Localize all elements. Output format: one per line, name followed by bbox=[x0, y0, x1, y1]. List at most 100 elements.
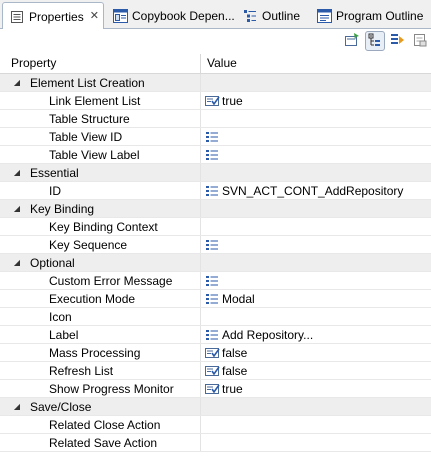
expand-arrow-icon[interactable]: ◢ bbox=[12, 402, 22, 411]
value-cell bbox=[201, 254, 431, 271]
tab-program-outline[interactable]: Program Outline bbox=[310, 2, 431, 29]
tab-properties[interactable]: Properties ✕ bbox=[2, 2, 104, 30]
expand-arrow-icon[interactable]: ◢ bbox=[12, 168, 22, 177]
tab-label: Copybook Depen... bbox=[132, 8, 234, 23]
property-cell: ID bbox=[0, 182, 201, 199]
pin-icon bbox=[344, 32, 360, 51]
value-cell[interactable]: Modal bbox=[201, 290, 431, 307]
property-cell: ◢ Optional bbox=[0, 254, 201, 271]
property-label: ID bbox=[49, 183, 61, 198]
boolean-icon bbox=[204, 363, 220, 379]
property-row[interactable]: Link Element List true bbox=[0, 92, 431, 110]
category-row[interactable]: ◢ Key Binding bbox=[0, 200, 431, 218]
show-categories-icon bbox=[368, 33, 382, 50]
column-header-value[interactable]: Value bbox=[201, 54, 237, 74]
property-row[interactable]: Mass Processing false bbox=[0, 344, 431, 362]
value-cell[interactable]: true bbox=[201, 92, 431, 109]
property-cell: ◢ Element List Creation bbox=[0, 74, 201, 91]
tab-copybook-dependencies[interactable]: Copybook Depen... bbox=[106, 2, 234, 29]
category-row[interactable]: ◢ Element List Creation bbox=[0, 74, 431, 92]
property-value: false bbox=[222, 345, 248, 360]
property-row[interactable]: Key Sequence bbox=[0, 236, 431, 254]
pin-button[interactable] bbox=[342, 31, 362, 51]
property-cell: Related Save Action bbox=[0, 434, 201, 451]
property-value: false bbox=[222, 363, 248, 378]
property-cell: Execution Mode bbox=[0, 290, 201, 307]
property-row[interactable]: Related Save Action bbox=[0, 434, 431, 452]
property-row[interactable]: Show Progress Monitor true bbox=[0, 380, 431, 398]
boolean-icon bbox=[204, 93, 220, 109]
property-value: true bbox=[222, 93, 243, 108]
property-cell: Key Binding Context bbox=[0, 218, 201, 235]
expand-arrow-icon[interactable]: ◢ bbox=[12, 258, 22, 267]
property-value: Add Repository... bbox=[222, 327, 314, 342]
value-cell[interactable] bbox=[201, 236, 431, 253]
property-row[interactable]: ID SVN_ACT_CONT_AddRepository bbox=[0, 182, 431, 200]
value-cell[interactable]: SVN_ACT_CONT_AddRepository bbox=[201, 182, 431, 199]
property-label: Table View ID bbox=[49, 129, 123, 144]
property-label: Related Save Action bbox=[49, 435, 158, 450]
property-cell: ◢ Save/Close bbox=[0, 398, 201, 415]
category-label: Optional bbox=[30, 255, 75, 270]
value-cell[interactable]: Add Repository... bbox=[201, 326, 431, 343]
show-advanced-button[interactable] bbox=[388, 31, 408, 51]
property-row[interactable]: Refresh List false bbox=[0, 362, 431, 380]
restore-default-button[interactable] bbox=[410, 31, 430, 51]
value-cell[interactable]: true bbox=[201, 380, 431, 397]
property-row[interactable]: Custom Error Message bbox=[0, 272, 431, 290]
category-row[interactable]: ◢ Save/Close bbox=[0, 398, 431, 416]
property-label: Related Close Action bbox=[49, 417, 161, 432]
property-row[interactable]: Icon bbox=[0, 308, 431, 326]
property-row[interactable]: Related Close Action bbox=[0, 416, 431, 434]
tab-outline[interactable]: Outline bbox=[236, 2, 310, 29]
property-cell: Link Element List bbox=[0, 92, 201, 109]
expand-arrow-icon[interactable]: ◢ bbox=[12, 78, 22, 87]
outline-icon bbox=[242, 8, 258, 24]
value-cell[interactable] bbox=[201, 308, 431, 325]
property-label: Key Sequence bbox=[49, 237, 128, 252]
expand-arrow-icon[interactable]: ◢ bbox=[12, 204, 22, 213]
value-cell[interactable]: false bbox=[201, 362, 431, 379]
category-row[interactable]: ◢ Essential bbox=[0, 164, 431, 182]
property-label: Key Binding Context bbox=[49, 219, 158, 234]
show-categories-button[interactable] bbox=[365, 31, 385, 51]
property-sheet-table: Property Value ◢ Element List Creation Lin… bbox=[0, 54, 431, 459]
property-rows: ◢ Element List Creation Link Element List t… bbox=[0, 74, 431, 452]
value-cell[interactable] bbox=[201, 272, 431, 289]
column-header-property[interactable]: Property bbox=[0, 54, 201, 74]
value-cell bbox=[201, 398, 431, 415]
properties-icon bbox=[9, 9, 25, 25]
property-row[interactable]: Key Binding Context bbox=[0, 218, 431, 236]
property-cell: ◢ Essential bbox=[0, 164, 201, 181]
property-row[interactable]: Table Structure bbox=[0, 110, 431, 128]
category-row[interactable]: ◢ Optional bbox=[0, 254, 431, 272]
property-row[interactable]: Table View ID bbox=[0, 128, 431, 146]
property-row[interactable]: Table View Label bbox=[0, 146, 431, 164]
property-cell: Mass Processing bbox=[0, 344, 201, 361]
value-cell[interactable] bbox=[201, 146, 431, 163]
property-cell: Icon bbox=[0, 308, 201, 325]
property-value: SVN_ACT_CONT_AddRepository bbox=[222, 183, 404, 198]
text-icon bbox=[204, 129, 220, 145]
property-label: Show Progress Monitor bbox=[49, 381, 174, 396]
value-cell[interactable] bbox=[201, 218, 431, 235]
text-icon bbox=[204, 147, 220, 163]
properties-toolbar bbox=[0, 29, 431, 54]
property-row[interactable]: Label Add Repository... bbox=[0, 326, 431, 344]
value-cell[interactable] bbox=[201, 128, 431, 145]
value-cell[interactable] bbox=[201, 110, 431, 127]
property-cell: Label bbox=[0, 326, 201, 343]
close-icon[interactable]: ✕ bbox=[90, 11, 99, 22]
category-label: Save/Close bbox=[30, 399, 92, 414]
property-value: Modal bbox=[222, 291, 255, 306]
property-row[interactable]: Execution Mode Modal bbox=[0, 290, 431, 308]
property-label: Mass Processing bbox=[49, 345, 141, 360]
copybook-icon bbox=[112, 8, 128, 24]
boolean-icon bbox=[204, 345, 220, 361]
text-icon bbox=[204, 237, 220, 253]
value-cell[interactable] bbox=[201, 434, 431, 451]
restore-default-icon bbox=[413, 33, 427, 50]
property-value: true bbox=[222, 381, 243, 396]
value-cell[interactable] bbox=[201, 416, 431, 433]
value-cell[interactable]: false bbox=[201, 344, 431, 361]
